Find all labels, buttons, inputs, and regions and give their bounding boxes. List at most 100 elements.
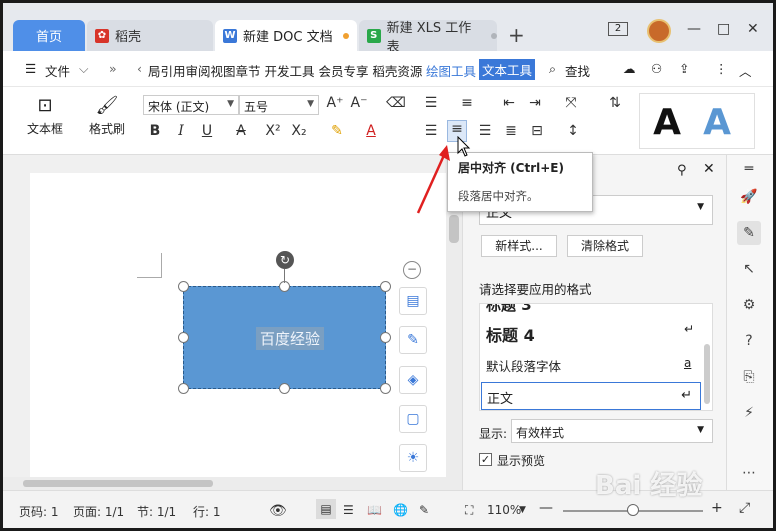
zoom-out-icon[interactable]: — bbox=[539, 500, 553, 516]
eye-icon[interactable]: 👁 bbox=[269, 503, 287, 519]
user-avatar[interactable] bbox=[647, 19, 671, 43]
list-scroll-thumb[interactable] bbox=[704, 344, 710, 404]
tab-shell[interactable]: ✿ 稻壳 bbox=[87, 20, 213, 51]
new-tab-button[interactable]: + bbox=[508, 23, 525, 47]
sort-icon[interactable]: ⇅ bbox=[605, 95, 625, 111]
strikethrough-icon[interactable]: A bbox=[231, 123, 251, 139]
caret-icon[interactable]: ▼ bbox=[519, 505, 526, 515]
style-brush-icon[interactable]: ✎ bbox=[737, 221, 761, 245]
style-item-heading3[interactable]: 标题 3 bbox=[486, 304, 532, 315]
page-view-icon[interactable]: ▤ bbox=[316, 499, 336, 519]
collapse-toolbar-icon[interactable]: − bbox=[403, 261, 421, 279]
scroll-thumb[interactable] bbox=[23, 480, 213, 487]
numbered-list-icon[interactable]: ≡ bbox=[457, 95, 477, 111]
shape-text[interactable]: 百度经验 bbox=[256, 327, 325, 350]
zoom-slider-thumb[interactable] bbox=[627, 504, 639, 516]
reading-view-icon[interactable]: 📖 bbox=[367, 503, 382, 517]
pin-icon[interactable]: ⚲ bbox=[677, 163, 687, 178]
clear-format-button[interactable]: 清除格式 bbox=[567, 235, 643, 257]
collapse-ribbon-icon[interactable]: ︿ bbox=[739, 61, 752, 80]
web-view-icon[interactable]: 🌐 bbox=[393, 503, 408, 517]
fullscreen-icon[interactable]: ⤢ bbox=[739, 500, 750, 516]
bullet-list-icon[interactable]: ☰ bbox=[421, 95, 441, 111]
style-item-normal[interactable]: 正文 ↵ bbox=[481, 382, 701, 410]
status-page-code[interactable]: 页码: 1 bbox=[19, 503, 59, 520]
more-dots-icon[interactable]: ⋯ bbox=[737, 461, 761, 485]
resize-handle[interactable] bbox=[380, 383, 391, 394]
clear-format-icon[interactable]: ⌫ bbox=[386, 95, 406, 111]
subscript-icon[interactable]: X₂ bbox=[289, 123, 309, 139]
close-button[interactable]: ✕ bbox=[747, 21, 759, 37]
select-cursor-icon[interactable]: ↖ bbox=[737, 257, 761, 281]
chevron-left-icon[interactable]: ‹ bbox=[137, 61, 142, 76]
show-select[interactable]: 有效样式 ▼ bbox=[511, 419, 713, 443]
distributed-icon[interactable]: ⊟ bbox=[527, 123, 547, 139]
pen-icon[interactable]: ✎ bbox=[419, 503, 429, 517]
zoom-value[interactable]: 110% bbox=[487, 503, 521, 517]
backup-icon[interactable]: ⎘ bbox=[737, 365, 761, 389]
format-painter-button[interactable]: 🖌 格式刷 bbox=[85, 95, 129, 137]
resize-handle[interactable] bbox=[380, 281, 391, 292]
resize-handle[interactable] bbox=[380, 332, 391, 343]
horizontal-scrollbar[interactable] bbox=[3, 477, 462, 490]
justify-icon[interactable]: ≣ bbox=[501, 123, 521, 139]
font-color-icon[interactable]: A bbox=[361, 123, 381, 139]
underline-icon[interactable]: U bbox=[197, 123, 217, 139]
decrease-indent-icon[interactable]: ⇤ bbox=[499, 95, 519, 111]
adjust-icon[interactable]: ⚙ bbox=[737, 293, 761, 317]
textbox-button[interactable]: ⊡ 文本框 bbox=[23, 95, 67, 137]
menu-file[interactable]: 文件 bbox=[45, 61, 70, 80]
italic-icon[interactable]: I bbox=[171, 123, 191, 139]
rotate-handle-icon[interactable]: ↻ bbox=[276, 251, 294, 269]
align-right-icon[interactable]: ☰ bbox=[475, 123, 495, 139]
grow-font-icon[interactable]: A⁺ bbox=[325, 95, 345, 111]
tab-home[interactable]: 首页 bbox=[13, 20, 85, 51]
style-item-default-font[interactable]: 默认段落字体 bbox=[486, 356, 561, 375]
status-section[interactable]: 节: 1/1 bbox=[137, 503, 176, 520]
text-shape[interactable]: 百度经验 bbox=[183, 286, 386, 389]
minimize-button[interactable]: — bbox=[687, 21, 701, 37]
shape-outline-icon[interactable]: ▢ bbox=[399, 405, 427, 433]
help-icon[interactable]: ? bbox=[737, 329, 761, 353]
menu-icon[interactable]: ☰ bbox=[25, 61, 36, 76]
power-icon[interactable]: ⚡ bbox=[737, 401, 761, 425]
status-page[interactable]: 页面: 1/1 bbox=[73, 503, 124, 520]
new-style-button[interactable]: 新样式... bbox=[481, 235, 557, 257]
resize-handle[interactable] bbox=[178, 383, 189, 394]
maximize-button[interactable]: □ bbox=[717, 21, 730, 37]
superscript-icon[interactable]: X² bbox=[263, 123, 283, 139]
style-preview-black[interactable]: A bbox=[642, 102, 692, 156]
rocket-icon[interactable]: 🚀 bbox=[737, 185, 761, 209]
line-spacing-icon[interactable]: ↕ bbox=[563, 123, 583, 139]
font-family-select[interactable]: 宋体 (正文) ▼ bbox=[143, 95, 239, 115]
layout-options-icon[interactable]: ▤ bbox=[399, 287, 427, 315]
resize-handle[interactable] bbox=[178, 332, 189, 343]
shape-style-icon[interactable]: ✎ bbox=[399, 326, 427, 354]
bold-icon[interactable]: B bbox=[145, 123, 165, 139]
zoom-in-icon[interactable]: + bbox=[711, 500, 723, 516]
tab-doc[interactable]: W 新建 DOC 文档 bbox=[215, 20, 357, 51]
smart-tip-icon[interactable]: ☀ bbox=[399, 444, 427, 472]
close-pane-icon[interactable]: ✕ bbox=[703, 161, 715, 177]
window-count-badge[interactable]: 2 bbox=[608, 22, 628, 36]
cloud-icon[interactable]: ☁ bbox=[623, 61, 636, 76]
more-icon[interactable]: ⋮ bbox=[715, 61, 728, 76]
shrink-font-icon[interactable]: A⁻ bbox=[349, 95, 369, 111]
style-preview-blue[interactable]: A bbox=[692, 102, 742, 156]
status-row[interactable]: 行: 1 bbox=[193, 503, 221, 520]
menu-items[interactable]: 局引用审阅视图章节 开发工具 会员专享 稻壳资源 bbox=[148, 61, 422, 80]
double-chevron-icon[interactable]: » bbox=[109, 61, 117, 76]
outline-view-icon[interactable]: ☰ bbox=[343, 503, 354, 517]
preview-checkbox[interactable]: ✓ bbox=[479, 453, 492, 466]
increase-indent-icon[interactable]: ⇥ bbox=[525, 95, 545, 111]
font-size-select[interactable]: 五号 ▼ bbox=[239, 95, 319, 115]
tab-xls[interactable]: S 新建 XLS 工作表 bbox=[359, 20, 497, 55]
share-user-icon[interactable]: ⚇ bbox=[651, 61, 662, 76]
menu-draw-tools[interactable]: 绘图工具 bbox=[426, 61, 476, 80]
style-list[interactable]: 标题 3 标题 4 ↵ 默认段落字体 a 正文 ↵ bbox=[479, 303, 713, 411]
shape-fill-icon[interactable]: ◈ bbox=[399, 366, 427, 394]
export-icon[interactable]: ⇪ bbox=[679, 61, 689, 76]
search-icon[interactable]: ⌕ bbox=[549, 61, 556, 77]
style-item-heading4[interactable]: 标题 4 bbox=[486, 322, 535, 346]
resize-handle[interactable] bbox=[178, 281, 189, 292]
